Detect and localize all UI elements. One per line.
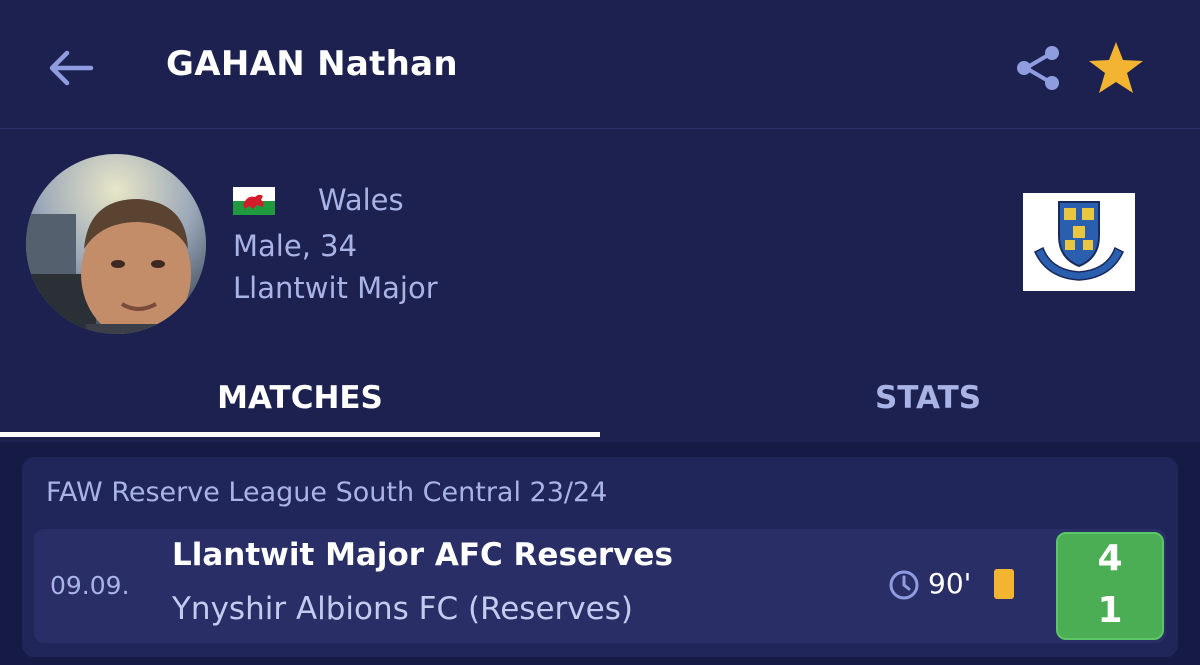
tab-bar: MATCHES STATS xyxy=(0,355,1200,440)
player-photo xyxy=(26,154,206,334)
avatar xyxy=(26,154,206,334)
match-date: 09.09. xyxy=(50,571,130,600)
arrow-left-icon xyxy=(49,50,94,86)
wales-flag-icon xyxy=(233,187,275,215)
favorite-button[interactable] xyxy=(1084,36,1148,100)
score-box: 4 1 xyxy=(1056,532,1164,640)
clock-icon xyxy=(889,570,919,600)
active-tab-indicator xyxy=(0,432,600,437)
minutes-played: 90' xyxy=(928,567,972,600)
club-crest-button[interactable] xyxy=(1023,193,1135,291)
player-gender-age: Male, 34 xyxy=(233,229,358,263)
player-country: Wales xyxy=(318,183,404,217)
app-header: GAHAN Nathan xyxy=(0,0,1200,129)
player-club: Llantwit Major xyxy=(233,271,438,305)
league-title[interactable]: FAW Reserve League South Central 23/24 xyxy=(46,477,607,508)
tab-stats[interactable]: STATS xyxy=(600,355,1200,440)
yellow-card-icon xyxy=(994,569,1014,599)
player-profile: Wales Male, 34 Llantwit Major xyxy=(0,129,1200,354)
match-row[interactable]: 09.09. Llantwit Major AFC Reserves Ynysh… xyxy=(34,529,1166,643)
score-home: 4 xyxy=(1097,538,1123,579)
page-title: GAHAN Nathan xyxy=(166,44,458,84)
back-button[interactable] xyxy=(42,40,98,96)
tab-matches[interactable]: MATCHES xyxy=(0,355,600,440)
home-team: Llantwit Major AFC Reserves xyxy=(172,537,673,573)
club-crest-icon xyxy=(1034,201,1124,281)
matches-list: FAW Reserve League South Central 23/24 0… xyxy=(0,442,1200,665)
away-team: Ynyshir Albions FC (Reserves) xyxy=(172,591,633,627)
share-icon xyxy=(1017,46,1059,90)
star-icon xyxy=(1089,42,1143,93)
league-card: FAW Reserve League South Central 23/24 0… xyxy=(22,457,1178,657)
score-away: 1 xyxy=(1097,590,1123,631)
share-button[interactable] xyxy=(1008,38,1068,98)
